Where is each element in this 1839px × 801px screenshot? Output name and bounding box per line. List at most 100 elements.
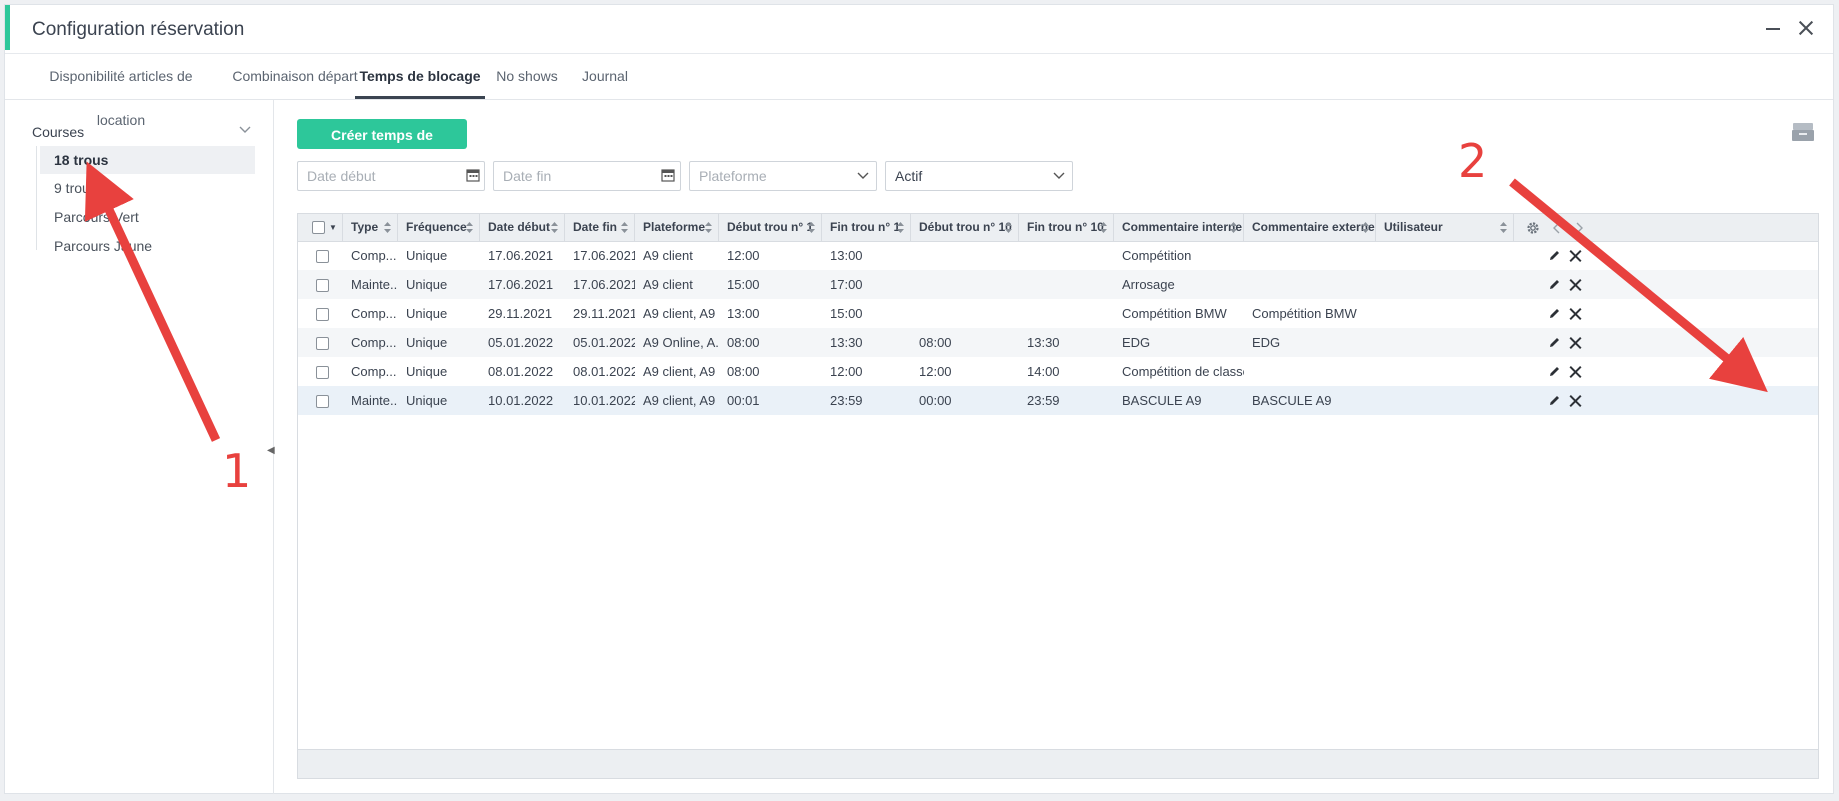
pencil-icon[interactable] (1548, 249, 1561, 262)
tab-rental-availability[interactable]: Disponibilité articles de location (27, 54, 215, 128)
row-checkbox[interactable] (316, 308, 329, 321)
table-cell (1376, 270, 1514, 299)
table-cell (1376, 241, 1514, 270)
chevron-down-icon[interactable] (857, 170, 869, 182)
tab-start-combination[interactable]: Combinaison départ (227, 54, 363, 98)
date-end-field[interactable]: Date fin (493, 161, 681, 191)
table-cell: 05.01.2022 (573, 335, 635, 350)
sidebar-item-yellow-course[interactable]: Parcours Jaune (40, 232, 255, 260)
chevron-down-icon[interactable] (1053, 170, 1065, 182)
column-header[interactable]: Début trou n° 1 (719, 214, 822, 241)
column-header[interactable]: Fin trou n° 10 (1019, 214, 1114, 241)
sidebar-item-9-holes[interactable]: 9 trous (40, 174, 255, 202)
sort-icon[interactable] (551, 222, 558, 233)
create-blocking-time-button[interactable]: Créer temps de blocage (297, 119, 467, 173)
table-row[interactable]: Comp... Unique 29.11.2021 29.11.2021 A9 clie… (298, 299, 1818, 328)
table-cell (911, 299, 1019, 328)
delete-icon[interactable] (1569, 336, 1582, 349)
sort-icon[interactable] (1005, 222, 1012, 233)
sidebar-item-18-holes[interactable]: 18 trous (40, 146, 255, 174)
minimize-icon[interactable] (1762, 17, 1784, 39)
tab-journal[interactable]: Journal (571, 54, 639, 98)
table-cell: 15:00 (727, 277, 760, 292)
sort-icon[interactable] (705, 222, 712, 233)
delete-icon[interactable] (1569, 394, 1582, 407)
sort-icon[interactable] (384, 222, 391, 233)
chevron-left-icon[interactable] (1552, 222, 1562, 234)
pencil-icon[interactable] (1548, 307, 1561, 320)
row-checkbox[interactable] (316, 366, 329, 379)
tab-no-shows[interactable]: No shows (493, 54, 561, 98)
select-all-checkbox[interactable] (312, 221, 325, 234)
column-header[interactable]: Type (343, 214, 398, 241)
chevron-right-icon[interactable] (1574, 222, 1584, 234)
calendar-icon[interactable] (466, 168, 480, 182)
gear-icon[interactable] (1526, 221, 1540, 235)
chevron-down-icon[interactable] (239, 124, 251, 136)
table-cell: 05.01.2022 (488, 335, 554, 350)
table-cell: 13:00 (727, 306, 760, 321)
platform-select[interactable]: Plateforme (689, 161, 877, 191)
column-header[interactable]: Fréquence (398, 214, 480, 241)
table-cell: 00:01 (727, 393, 760, 408)
delete-icon[interactable] (1569, 278, 1582, 291)
pencil-icon[interactable] (1548, 394, 1561, 407)
delete-icon[interactable] (1569, 249, 1582, 262)
booking-config-dialog: Configuration réservation Disponibilité … (4, 4, 1834, 794)
delete-icon[interactable] (1569, 365, 1582, 378)
date-start-field[interactable]: Date début (297, 161, 485, 191)
column-header[interactable]: Utilisateur (1376, 214, 1514, 241)
table-cell: A9 client, A9 ... (643, 364, 719, 379)
sort-icon[interactable] (466, 222, 473, 233)
row-checkbox[interactable] (316, 250, 329, 263)
column-header[interactable]: Date début (480, 214, 565, 241)
sort-icon[interactable] (1230, 222, 1237, 233)
tab-blocking-time[interactable]: Temps de blocage (355, 54, 485, 99)
column-header[interactable]: Date fin (565, 214, 635, 241)
sidebar-item-green-course[interactable]: Parcours Vert (40, 203, 255, 231)
table-cell: Comp... (351, 248, 397, 263)
sort-icon[interactable] (1100, 222, 1107, 233)
table-cell: A9 client (643, 277, 693, 292)
table-cell: 10.01.2022 (488, 393, 554, 408)
sort-icon[interactable] (897, 222, 904, 233)
table-row[interactable]: Mainte... Unique 17.06.2021 17.06.2021 A9 cl… (298, 270, 1818, 299)
table-row[interactable]: Comp... Unique 05.01.2022 05.01.2022 A9 Onli… (298, 328, 1818, 357)
title-bar: Configuration réservation (5, 5, 1833, 54)
archive-icon[interactable] (1791, 122, 1815, 142)
column-header[interactable]: Commentaire externe (1244, 214, 1376, 241)
status-select[interactable]: Actif (885, 161, 1073, 191)
sort-icon[interactable] (1362, 222, 1369, 233)
caret-down-icon[interactable]: ▼ (329, 214, 337, 241)
table-cell: Unique (406, 248, 448, 263)
sort-icon[interactable] (1500, 222, 1507, 233)
table-cell: 29.11.2021 (573, 306, 635, 321)
sort-icon[interactable] (808, 222, 815, 233)
pencil-icon[interactable] (1548, 365, 1561, 378)
close-icon[interactable] (1795, 17, 1817, 39)
courses-header[interactable]: Courses (32, 124, 84, 140)
table-cell: A9 client (643, 248, 693, 263)
pencil-icon[interactable] (1548, 336, 1561, 349)
row-checkbox[interactable] (316, 279, 329, 292)
column-header[interactable]: Commentaire interne (1114, 214, 1244, 241)
row-checkbox[interactable] (316, 337, 329, 350)
row-checkbox[interactable] (316, 395, 329, 408)
pencil-icon[interactable] (1548, 278, 1561, 291)
table-row[interactable]: Mainte... Unique 10.01.2022 10.01.2022 A9 cl… (298, 386, 1818, 415)
delete-icon[interactable] (1569, 307, 1582, 320)
column-header[interactable]: Fin trou n° 1 (822, 214, 911, 241)
column-header[interactable]: Début trou n° 10 (911, 214, 1019, 241)
sort-icon[interactable] (621, 222, 628, 233)
select-all-header: ▼ (298, 214, 343, 241)
calendar-icon[interactable] (661, 168, 675, 182)
table-cell: 12:00 (919, 364, 952, 379)
table-cell: 17.06.2021 (573, 277, 635, 292)
table-cell: 12:00 (830, 364, 863, 379)
table-row[interactable]: Comp... Unique 08.01.2022 08.01.2022 A9 clie… (298, 357, 1818, 386)
table-row[interactable]: Comp... Unique 17.06.2021 17.06.2021 A9 clie… (298, 241, 1818, 270)
table-cell: Unique (406, 335, 448, 350)
table-cell: Mainte... (351, 277, 398, 292)
column-header[interactable]: Plateforme (635, 214, 719, 241)
table-cell: Mainte... (351, 393, 398, 408)
